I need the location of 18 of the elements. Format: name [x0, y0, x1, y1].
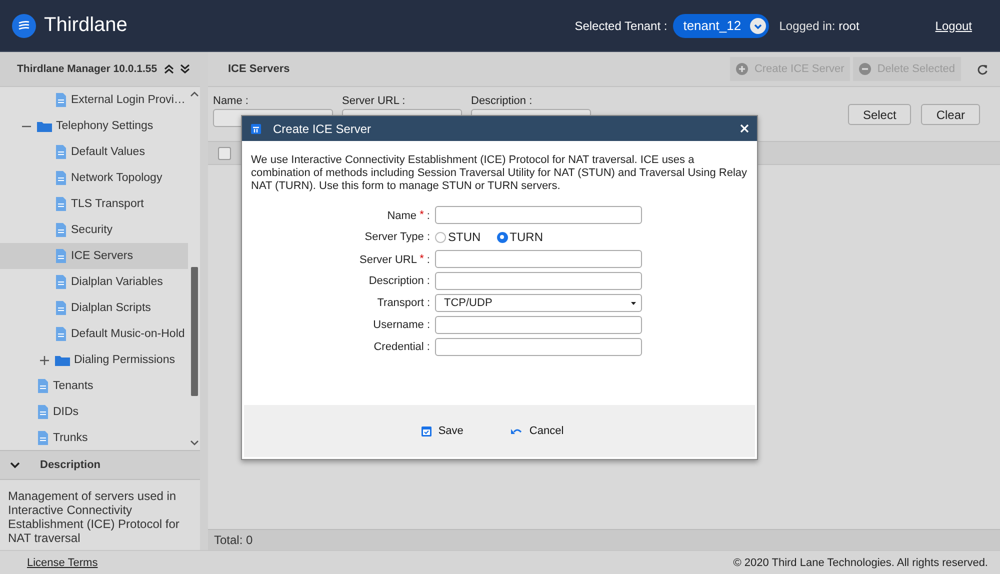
logged-in-text: Logged in: root [779, 18, 860, 32]
total-count: Total: 0 [208, 529, 1000, 550]
page-title: ICE Servers [228, 63, 291, 75]
description-title: Description [40, 459, 101, 471]
tenant-label: Selected Tenant : [574, 18, 668, 32]
field-label: Server Type : [364, 231, 430, 243]
dialog-intro: We use Interactive Connectivity Establishment (ICE) Protocol for NAT traversal. ICE uses a combination of methods including Session Traversal Utility for NAT (STUN) and Traversal Using Relay NAT (TURN). Use this form to manage STUN or TURN servers. [250, 153, 748, 193]
filter-label: Server URL : [342, 95, 406, 107]
filter-label: Name : [213, 95, 250, 107]
field-label: Description : [368, 275, 430, 287]
field-label: Transport : [376, 297, 430, 309]
field-label: Username : [372, 319, 430, 331]
app-title: Thirdlane [44, 14, 128, 37]
dialog-title: Create ICE Server [273, 122, 372, 136]
copyright-text: © 2020 Third Lane Technologies. All rights reserved. [733, 556, 988, 568]
panel-title: Thirdlane Manager 10.0.1.55 [17, 63, 158, 75]
field-label: Credential : [372, 341, 430, 353]
filter-label: Description : [471, 95, 534, 107]
